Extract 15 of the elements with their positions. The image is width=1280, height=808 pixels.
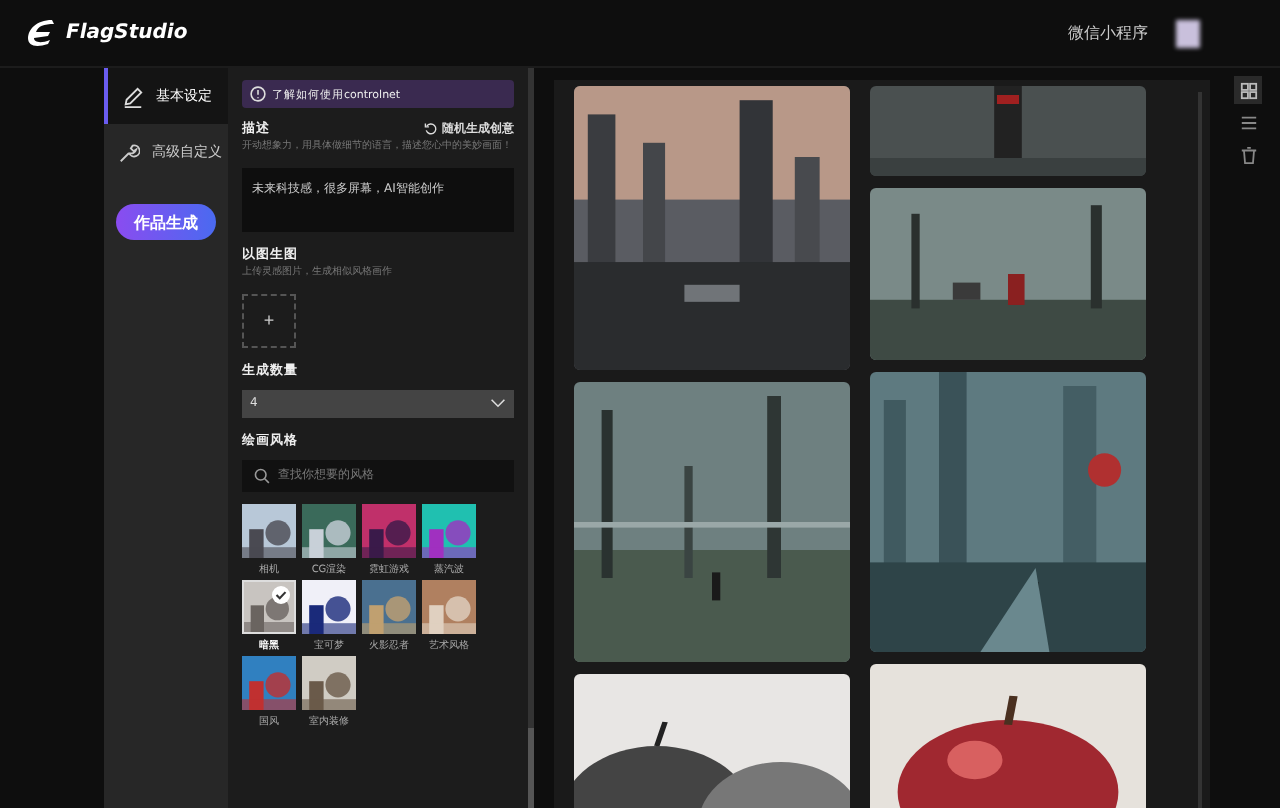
grid-view-button[interactable]: [1234, 76, 1262, 104]
generate-button[interactable]: 作品生成: [116, 204, 216, 240]
pencil-icon: [122, 85, 144, 107]
wrench-icon: [118, 141, 140, 163]
check-icon: [272, 585, 290, 604]
avatar[interactable]: [1176, 19, 1200, 47]
trash-icon: [1239, 145, 1257, 163]
list-icon: [1239, 113, 1257, 131]
grid-icon: [1239, 81, 1257, 99]
upload-button[interactable]: +: [242, 293, 296, 348]
refresh-icon: [424, 122, 438, 136]
mini-program-link[interactable]: 微信小程序: [1068, 22, 1148, 44]
info-icon: [250, 86, 266, 102]
chevron-down-icon: [490, 398, 506, 409]
logo-text: FlagStudio: [66, 22, 188, 44]
